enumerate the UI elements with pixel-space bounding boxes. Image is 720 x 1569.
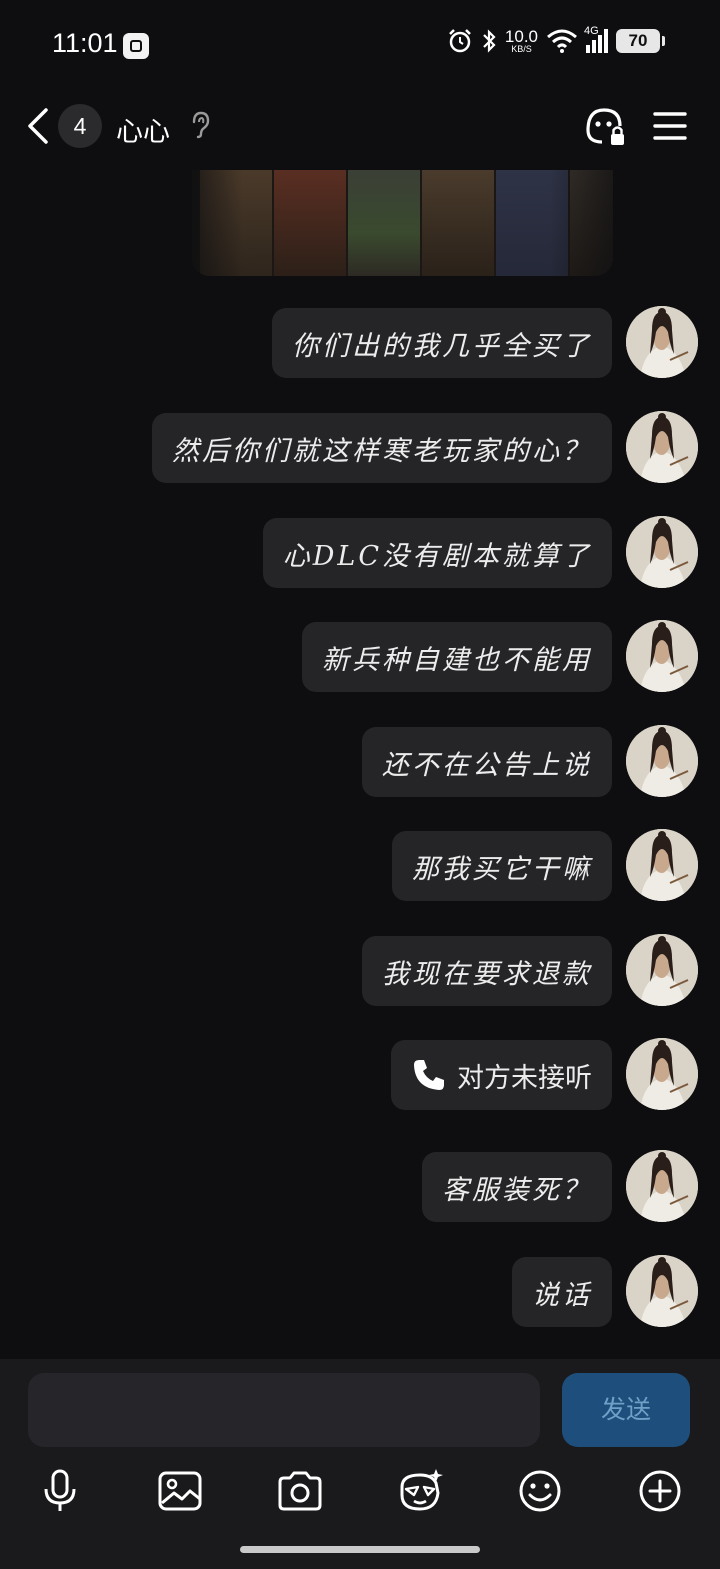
avatar[interactable] <box>626 1038 698 1110</box>
image-icon[interactable] <box>156 1467 204 1515</box>
message-row: 那我买它干嘛 <box>18 829 698 903</box>
avatar[interactable] <box>626 306 698 378</box>
avatar[interactable] <box>626 1255 698 1327</box>
cellular-signal-icon: 4G <box>584 25 608 53</box>
image-fade <box>192 170 613 276</box>
avatar[interactable] <box>626 1150 698 1222</box>
avatar[interactable] <box>626 829 698 901</box>
message-bubble[interactable]: 还不在公告上说 <box>362 727 612 797</box>
message-row: 然后你们就这样寒老玩家的心？ <box>18 411 698 485</box>
composer-panel: 发送 <box>0 1359 720 1569</box>
message-text: 新兵种自建也不能用 <box>322 644 592 676</box>
contact-name[interactable]: 心心 <box>116 110 170 149</box>
message-bubble[interactable]: 心DLC没有剧本就算了 <box>262 518 612 588</box>
message-bubble[interactable]: 我现在要求退款 <box>362 936 612 1006</box>
shared-image-message[interactable] <box>192 170 613 276</box>
message-row: 说话 <box>18 1255 698 1329</box>
message-bubble[interactable]: 你们出的我几乎全买了 <box>272 308 612 378</box>
app-notification-icon <box>123 33 149 59</box>
call-record-bubble[interactable]: 对方未接听 <box>391 1040 612 1110</box>
home-indicator[interactable] <box>240 1546 480 1553</box>
network-type: 4G <box>584 25 599 37</box>
message-text: 你们出的我几乎全买了 <box>292 330 592 362</box>
avatar[interactable] <box>626 725 698 797</box>
emoji-icon[interactable] <box>516 1467 564 1515</box>
ear-icon[interactable] <box>186 110 214 140</box>
message-text: 还不在公告上说 <box>382 749 592 781</box>
message-text: 然后你们就这样寒老玩家的心？ <box>172 435 592 467</box>
phone-icon <box>414 1060 444 1090</box>
message-text: 客服装死？ <box>442 1174 592 1206</box>
message-bubble[interactable]: 客服装死？ <box>422 1152 612 1222</box>
status-icons: 10.0 KB/S 4G 70 <box>447 25 665 54</box>
status-time: 11:01 <box>52 28 118 58</box>
network-speed: 10.0 KB/S <box>505 28 538 54</box>
avatar[interactable] <box>626 934 698 1006</box>
camera-icon[interactable] <box>276 1467 324 1515</box>
wifi-icon <box>547 29 577 53</box>
bluetooth-icon <box>483 29 496 53</box>
message-row: 你们出的我几乎全买了 <box>18 306 698 380</box>
network-speed-unit: KB/S <box>511 44 532 54</box>
network-speed-value: 10.0 <box>504 27 538 46</box>
message-bubble[interactable]: 新兵种自建也不能用 <box>302 622 612 692</box>
message-row: 还不在公告上说 <box>18 725 698 799</box>
avatar[interactable] <box>626 411 698 483</box>
message-bubble[interactable]: 说话 <box>512 1257 612 1327</box>
robot-lock-icon[interactable] <box>582 104 628 148</box>
message-input[interactable] <box>28 1373 540 1447</box>
message-bubble[interactable]: 然后你们就这样寒老玩家的心？ <box>152 413 612 483</box>
send-button[interactable]: 发送 <box>562 1373 690 1447</box>
microphone-icon[interactable] <box>36 1467 84 1515</box>
message-text: 对方未接听 <box>457 1062 592 1094</box>
alarm-icon <box>449 29 471 53</box>
message-row: 心DLC没有剧本就算了 <box>18 516 698 590</box>
avatar[interactable] <box>626 620 698 692</box>
unread-count-badge[interactable]: 4 <box>58 104 102 148</box>
back-arrow-icon[interactable] <box>22 106 56 146</box>
battery-indicator: 70 <box>616 29 665 53</box>
status-bar: 11:01 10.0 KB/S 4G 70 <box>0 0 720 92</box>
message-text: 说话 <box>532 1279 592 1311</box>
message-text: 那我买它干嘛 <box>412 853 592 885</box>
message-row: 新兵种自建也不能用 <box>18 620 698 694</box>
message-text: 心DLC没有剧本就算了 <box>282 540 592 572</box>
avatar[interactable] <box>626 516 698 588</box>
message-bubble[interactable]: 那我买它干嘛 <box>392 831 612 901</box>
message-row: 客服装死？ <box>18 1150 698 1224</box>
plus-icon[interactable] <box>636 1467 684 1515</box>
message-row: 我现在要求退款 <box>18 934 698 1008</box>
message-text: 我现在要求退款 <box>382 958 592 990</box>
message-row: 对方未接听 <box>18 1038 698 1112</box>
menu-icon[interactable] <box>652 110 688 142</box>
composer-toolbar <box>0 1467 720 1533</box>
sticker-icon[interactable] <box>396 1467 444 1515</box>
